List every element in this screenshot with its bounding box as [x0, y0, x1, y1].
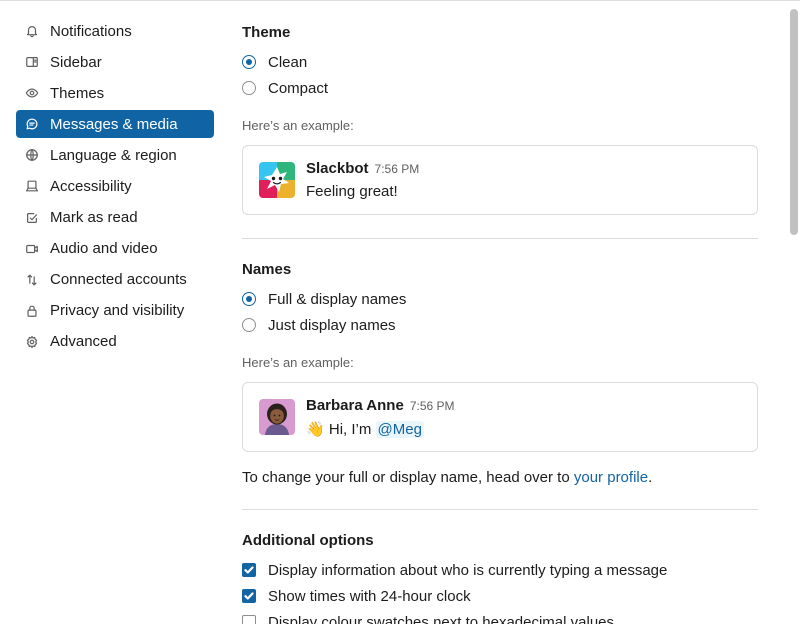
message-timestamp: 7:56 PM: [409, 399, 455, 413]
sidebar-item-label: Sidebar: [50, 53, 102, 71]
arrows-icon: [24, 272, 40, 288]
laptop-icon: [24, 178, 40, 194]
message-icon: [24, 116, 40, 132]
sidebar-item-language-region[interactable]: Language & region: [16, 141, 214, 169]
additional-options-heading: Additional options: [242, 532, 374, 549]
sidebar-item-label: Advanced: [50, 333, 117, 351]
message-text: 👋 Hi, I’m @Meg: [306, 420, 424, 438]
theme-example-preview: Slackbot 7:56 PM Feeling great!: [242, 145, 758, 215]
sidebar-item-label: Language & region: [50, 146, 177, 164]
preferences-sidebar: Notifications Sidebar Themes Messages & …: [16, 17, 214, 359]
globe-icon: [24, 147, 40, 163]
sidebar-item-label: Privacy and visibility: [50, 302, 185, 320]
theme-option-compact[interactable]: Compact: [242, 78, 328, 98]
radio-button[interactable]: [242, 81, 256, 95]
user-avatar: [259, 399, 295, 435]
check-square-icon: [24, 210, 40, 226]
sidebar-item-privacy-visibility[interactable]: Privacy and visibility: [16, 297, 214, 325]
sidebar-item-label: Connected accounts: [50, 271, 187, 289]
radio-button[interactable]: [242, 318, 256, 332]
checkbox[interactable]: [242, 615, 256, 624]
scrollbar-thumb[interactable]: [790, 9, 798, 235]
sidebar-item-messages-media[interactable]: Messages & media: [16, 110, 214, 139]
section-divider: [242, 509, 758, 510]
profile-hint: To change your full or display name, hea…: [242, 469, 652, 486]
names-option-full[interactable]: Full & display names: [242, 289, 406, 309]
sidebar-item-audio-video[interactable]: Audio and video: [16, 235, 214, 263]
theme-heading: Theme: [242, 24, 291, 41]
names-example-preview: Barbara Anne 7:56 PM 👋 Hi, I’m @Meg: [242, 382, 758, 452]
option-colour-swatches[interactable]: Display colour swatches next to hexadeci…: [242, 612, 614, 624]
checkbox-label: Show times with 24-hour clock: [268, 587, 471, 605]
checkbox-checked[interactable]: [242, 589, 256, 603]
sidebar-icon: [24, 54, 40, 70]
radio-label: Compact: [268, 79, 329, 97]
checkbox-checked[interactable]: [242, 563, 256, 577]
message-body: Hi, I’m: [328, 421, 376, 438]
preferences-window: Notifications Sidebar Themes Messages & …: [0, 0, 800, 624]
video-icon: [24, 241, 40, 257]
wave-emoji: 👋: [306, 421, 325, 438]
sidebar-item-label: Themes: [50, 84, 105, 102]
gear-icon: [24, 334, 40, 350]
names-heading: Names: [242, 261, 292, 278]
message-timestamp: 7:56 PM: [374, 162, 420, 176]
lock-icon: [24, 303, 40, 319]
message-sender: Barbara Anne 7:56 PM: [306, 397, 455, 414]
sender-name: Slackbot: [306, 160, 369, 177]
option-24-hour-clock[interactable]: Show times with 24-hour clock: [242, 586, 471, 606]
sender-name: Barbara Anne: [306, 397, 404, 414]
sidebar-item-label: Messages & media: [50, 115, 178, 133]
user-mention[interactable]: @Meg: [375, 421, 424, 438]
radio-button-checked[interactable]: [242, 55, 256, 69]
radio-button-checked[interactable]: [242, 292, 256, 306]
sidebar-item-label: Audio and video: [50, 240, 158, 258]
theme-example-label: Here’s an example:: [242, 118, 354, 133]
sidebar-item-label: Mark as read: [50, 209, 138, 227]
sidebar-item-sidebar[interactable]: Sidebar: [16, 48, 214, 76]
sidebar-item-themes[interactable]: Themes: [16, 79, 214, 107]
profile-hint-text: To change your full or display name, hea…: [242, 469, 574, 486]
radio-label: Just display names: [268, 316, 396, 334]
message-sender: Slackbot 7:56 PM: [306, 160, 419, 177]
option-typing-indicator[interactable]: Display information about who is current…: [242, 560, 667, 580]
checkbox-label: Display colour swatches next to hexadeci…: [268, 613, 615, 624]
slackbot-avatar: [259, 162, 295, 198]
bell-icon: [24, 23, 40, 39]
sidebar-item-mark-as-read[interactable]: Mark as read: [16, 204, 214, 232]
scrollbar[interactable]: [790, 9, 798, 624]
sidebar-item-notifications[interactable]: Notifications: [16, 17, 214, 45]
radio-label: Clean: [268, 53, 308, 71]
section-divider: [242, 238, 758, 239]
sidebar-item-label: Accessibility: [50, 177, 132, 195]
names-example-label: Here’s an example:: [242, 355, 354, 370]
sidebar-item-advanced[interactable]: Advanced: [16, 328, 214, 356]
sidebar-item-connected-accounts[interactable]: Connected accounts: [16, 266, 214, 294]
profile-hint-suffix: .: [648, 469, 653, 486]
checkbox-label: Display information about who is current…: [268, 561, 668, 579]
eye-icon: [24, 85, 40, 101]
names-option-display[interactable]: Just display names: [242, 315, 396, 335]
sidebar-item-accessibility[interactable]: Accessibility: [16, 172, 214, 200]
profile-link[interactable]: your profile: [574, 469, 648, 486]
radio-label: Full & display names: [268, 290, 407, 308]
message-text: Feeling great!: [306, 183, 398, 200]
theme-option-clean[interactable]: Clean: [242, 52, 307, 72]
sidebar-item-label: Notifications: [50, 22, 132, 40]
